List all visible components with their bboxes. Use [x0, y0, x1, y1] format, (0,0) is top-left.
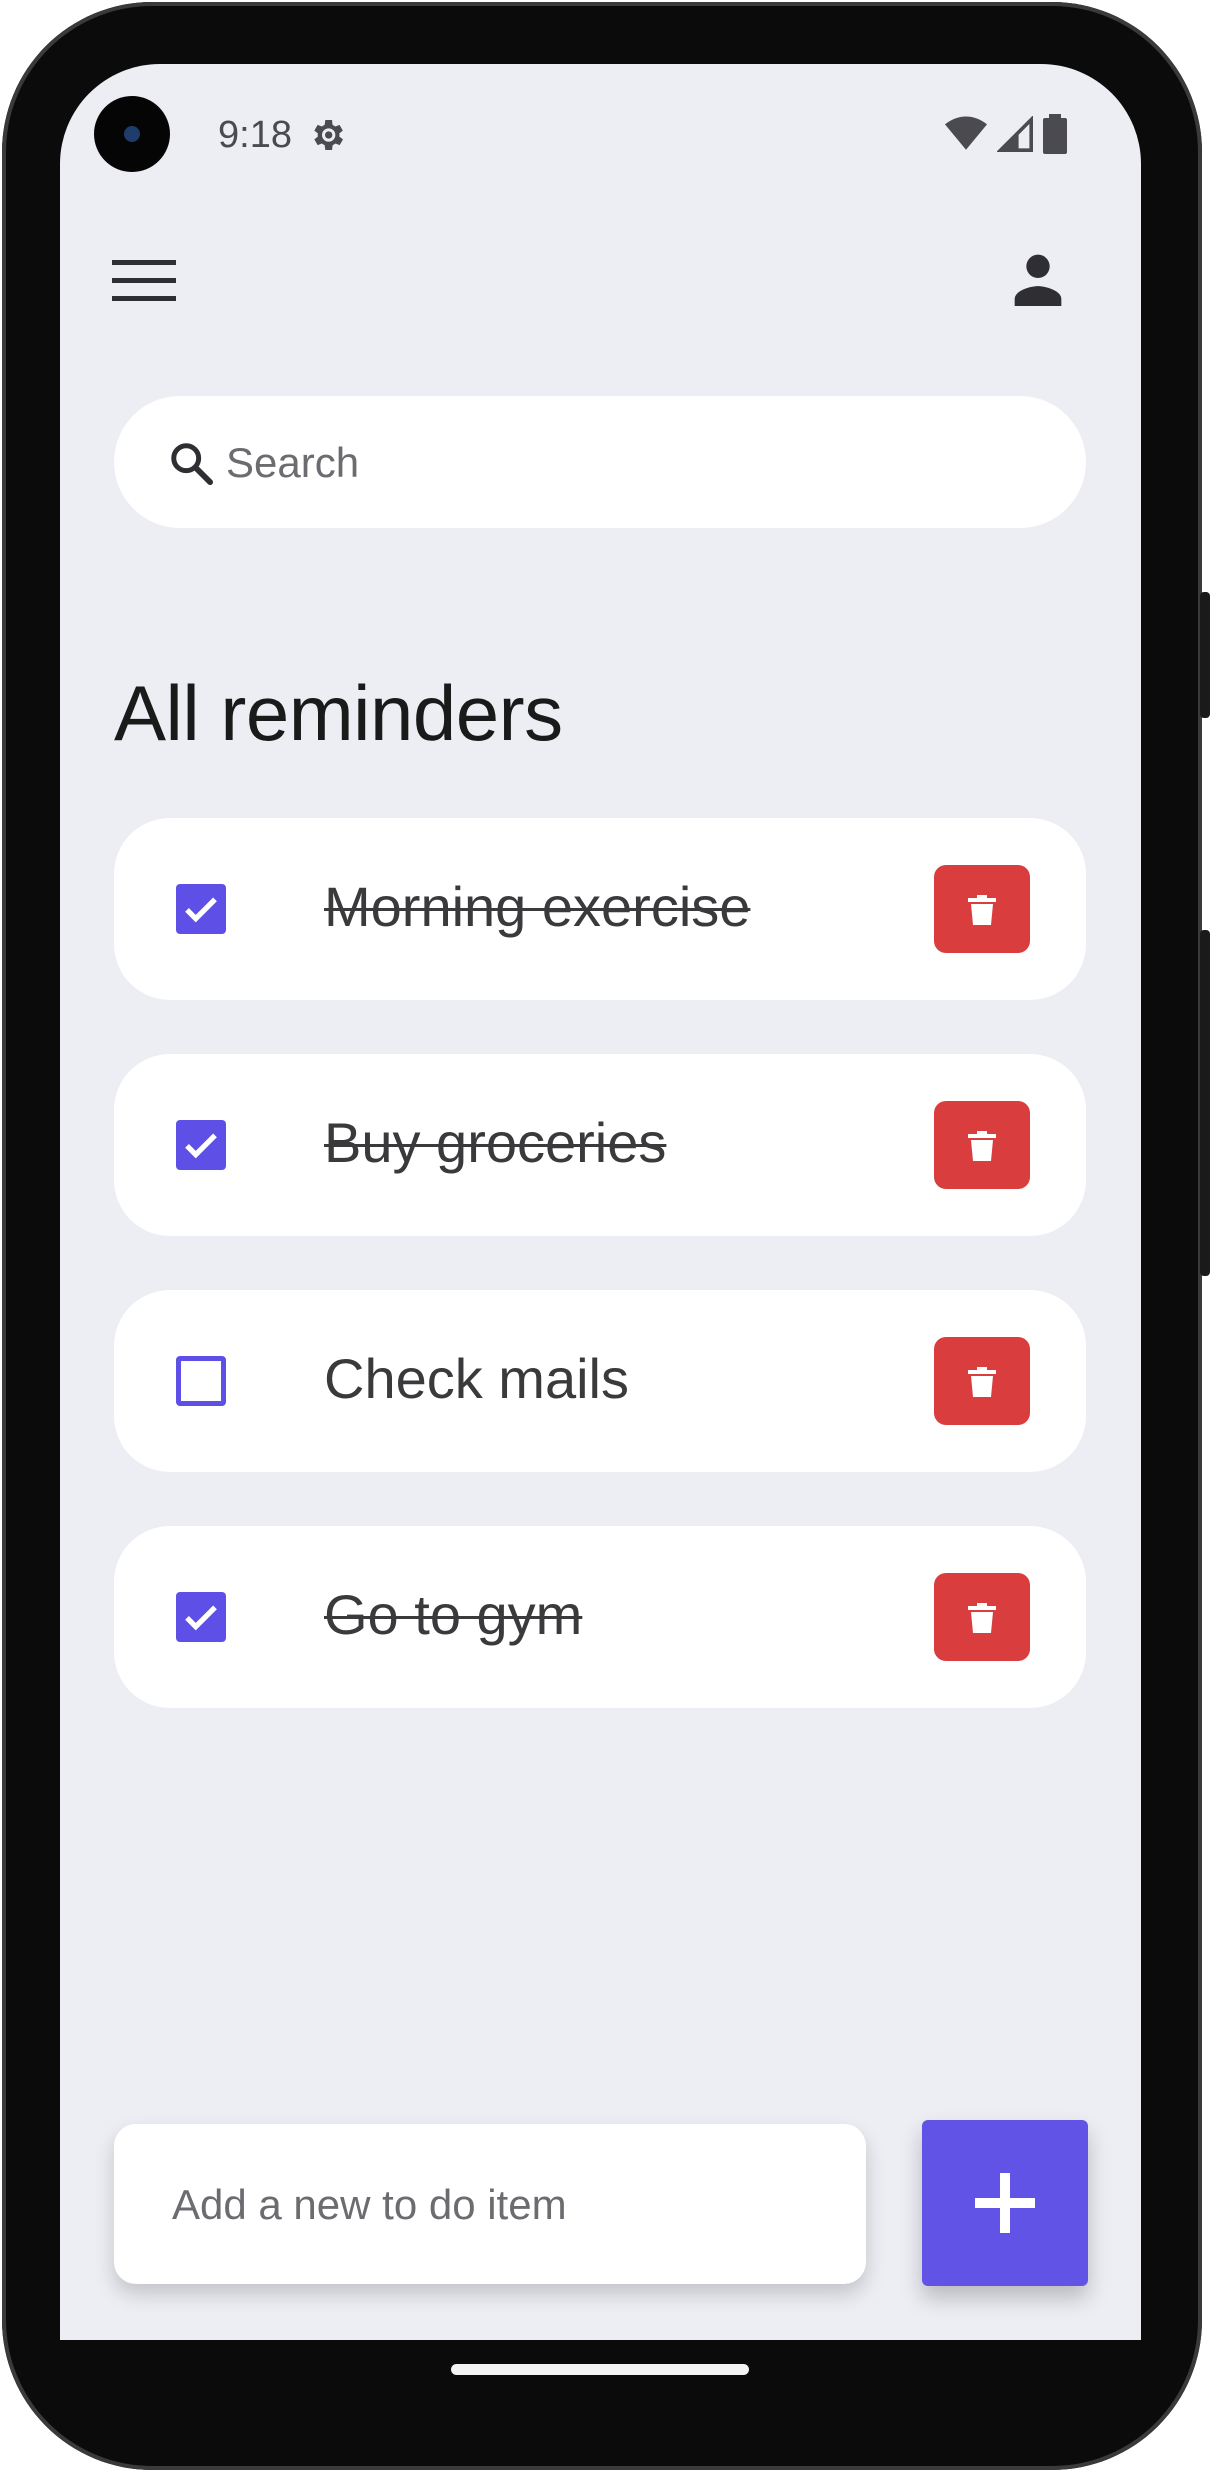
cellular-signal-icon: [997, 116, 1033, 152]
checkmark-icon: [185, 1605, 217, 1631]
search-input[interactable]: [224, 426, 1048, 500]
add-item-input[interactable]: [170, 2168, 834, 2242]
todo-checkbox[interactable]: [176, 884, 226, 934]
volume-button: [1200, 930, 1210, 1276]
todo-list: Morning exercise Buy groceries Check mai…: [114, 818, 1086, 1762]
menu-icon[interactable]: [112, 254, 176, 306]
delete-button[interactable]: [934, 865, 1030, 953]
add-item-field[interactable]: [114, 2124, 866, 2284]
todo-checkbox[interactable]: [176, 1120, 226, 1170]
home-indicator[interactable]: [451, 2364, 749, 2375]
battery-icon: [1043, 114, 1067, 154]
search-bar[interactable]: [114, 396, 1086, 528]
front-camera: [94, 96, 170, 172]
todo-item: Buy groceries: [114, 1054, 1086, 1236]
status-time: 9:18: [218, 114, 292, 156]
delete-button[interactable]: [934, 1573, 1030, 1661]
search-icon: [171, 443, 214, 486]
todo-item: Check mails: [114, 1290, 1086, 1472]
plus-icon: [975, 2173, 1035, 2233]
todo-item: Morning exercise: [114, 818, 1086, 1000]
page-title: All reminders: [114, 669, 563, 757]
trash-icon: [968, 1367, 996, 1397]
add-item-button[interactable]: [922, 2120, 1088, 2286]
phone-frame: 9:18 Search All reminders Morning exerci…: [0, 0, 1211, 2474]
trash-icon: [968, 1131, 996, 1161]
account-icon[interactable]: [1010, 250, 1066, 306]
checkmark-icon: [185, 1133, 217, 1159]
todo-item: Go to gym: [114, 1526, 1086, 1708]
power-button: [1200, 592, 1210, 718]
status-icons: [945, 114, 1067, 154]
delete-button[interactable]: [934, 1101, 1030, 1189]
checkmark-icon: [185, 897, 217, 923]
trash-icon: [968, 895, 996, 925]
todo-text: Buy groceries: [324, 1111, 667, 1174]
screen: 9:18 Search All reminders Morning exerci…: [60, 64, 1141, 2340]
todo-text: Go to gym: [324, 1583, 583, 1646]
wifi-icon: [945, 116, 987, 150]
todo-checkbox[interactable]: [176, 1356, 226, 1406]
todo-checkbox[interactable]: [176, 1592, 226, 1642]
delete-button[interactable]: [934, 1337, 1030, 1425]
todo-text: Check mails: [324, 1347, 629, 1410]
trash-icon: [968, 1603, 996, 1633]
todo-text: Morning exercise: [324, 875, 751, 938]
settings-gear-icon: [314, 120, 343, 150]
